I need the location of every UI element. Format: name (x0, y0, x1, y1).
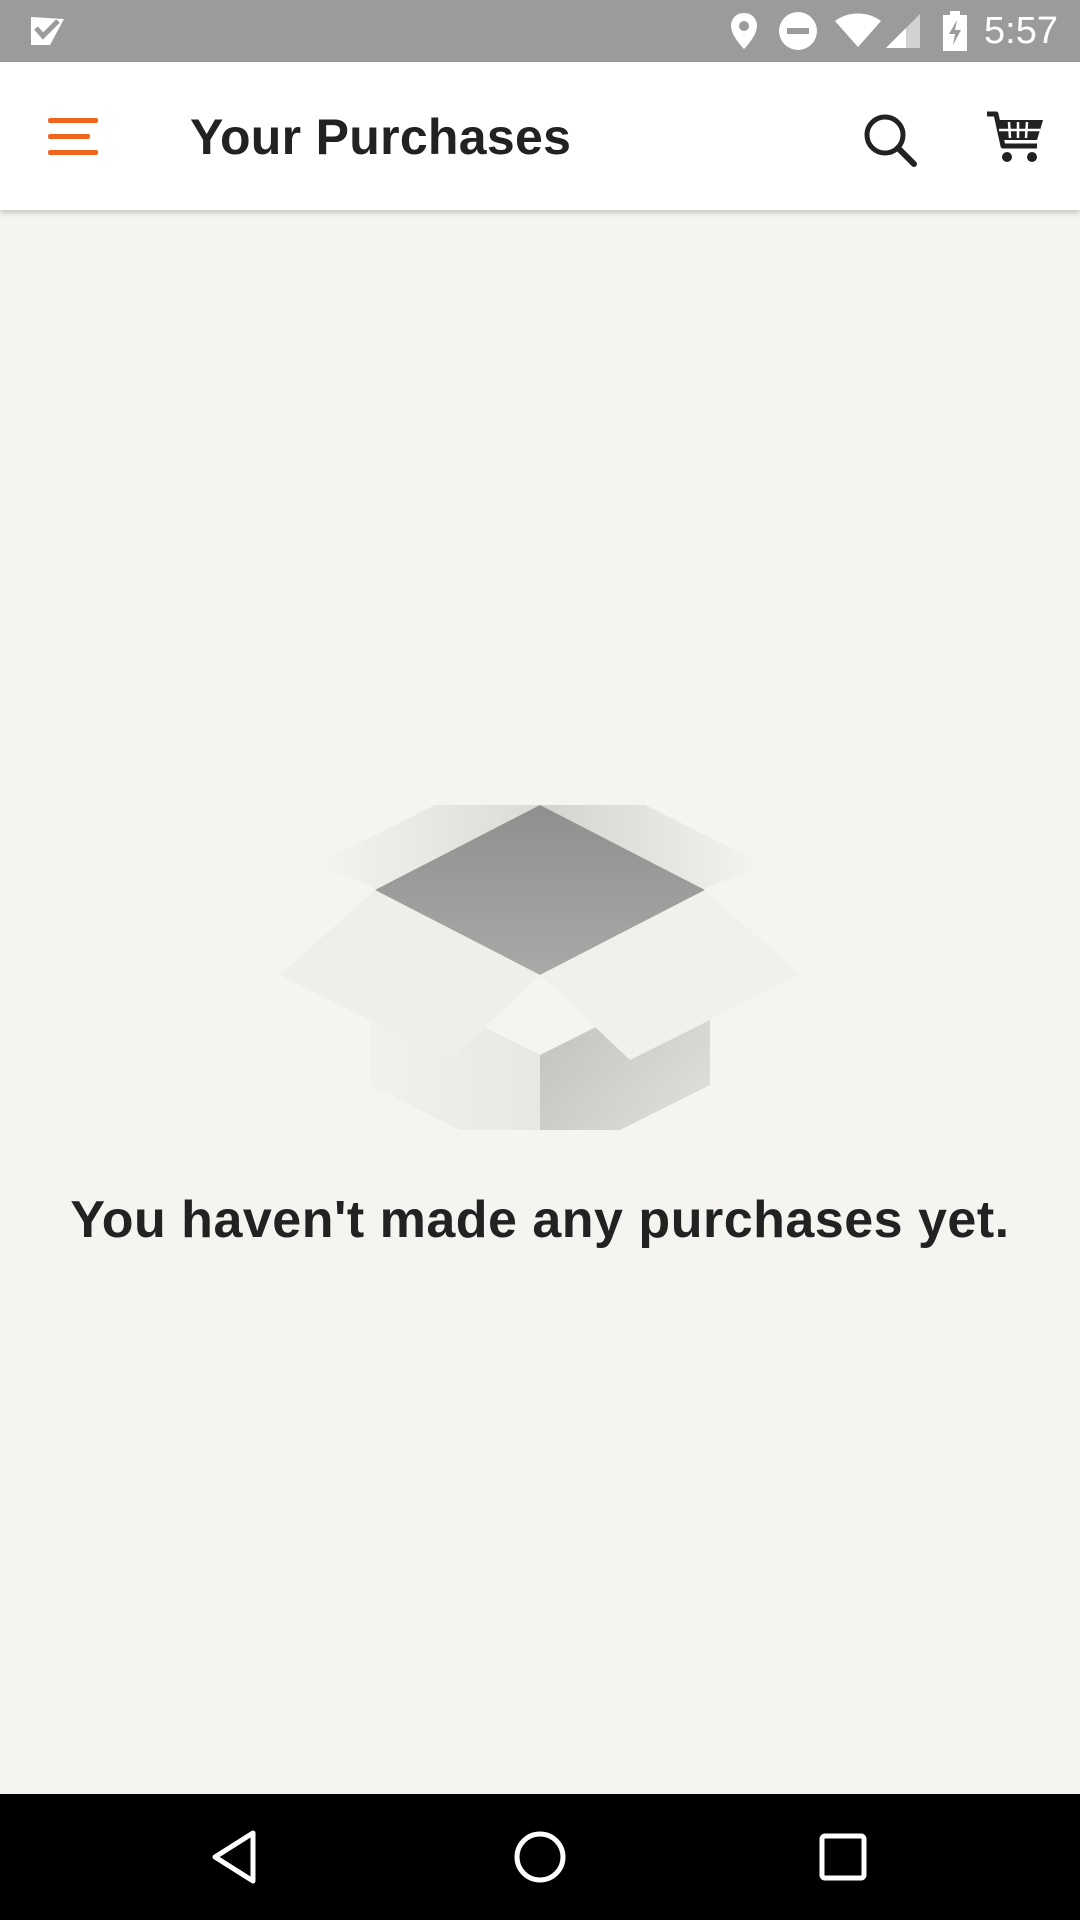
wifi-icon (834, 0, 882, 62)
screen: 5:57 Your Purchases You haven't made any… (0, 0, 1080, 1920)
recents-icon[interactable] (798, 1812, 888, 1902)
battery-charging-icon (942, 0, 968, 62)
back-icon[interactable] (190, 1812, 280, 1902)
shopping-cart-icon[interactable] (975, 98, 1055, 178)
hamburger-menu-icon[interactable] (34, 102, 112, 170)
open-box-icon (270, 730, 810, 1170)
status-time: 5:57 (984, 10, 1058, 52)
status-bar: 5:57 (0, 0, 1080, 62)
purchases-content: You haven't made any purchases yet. (0, 210, 1080, 1794)
cell-signal-icon (884, 0, 922, 62)
page-title: Your Purchases (190, 109, 572, 165)
home-icon[interactable] (495, 1812, 585, 1902)
location-pin-icon (730, 0, 758, 62)
search-icon[interactable] (850, 100, 930, 180)
do-not-disturb-icon (778, 0, 818, 62)
app-bar: Your Purchases (0, 62, 1080, 210)
empty-state-message: You haven't made any purchases yet. (70, 1191, 1010, 1249)
system-nav-bar (0, 1794, 1080, 1920)
notification-check-icon (28, 0, 68, 62)
